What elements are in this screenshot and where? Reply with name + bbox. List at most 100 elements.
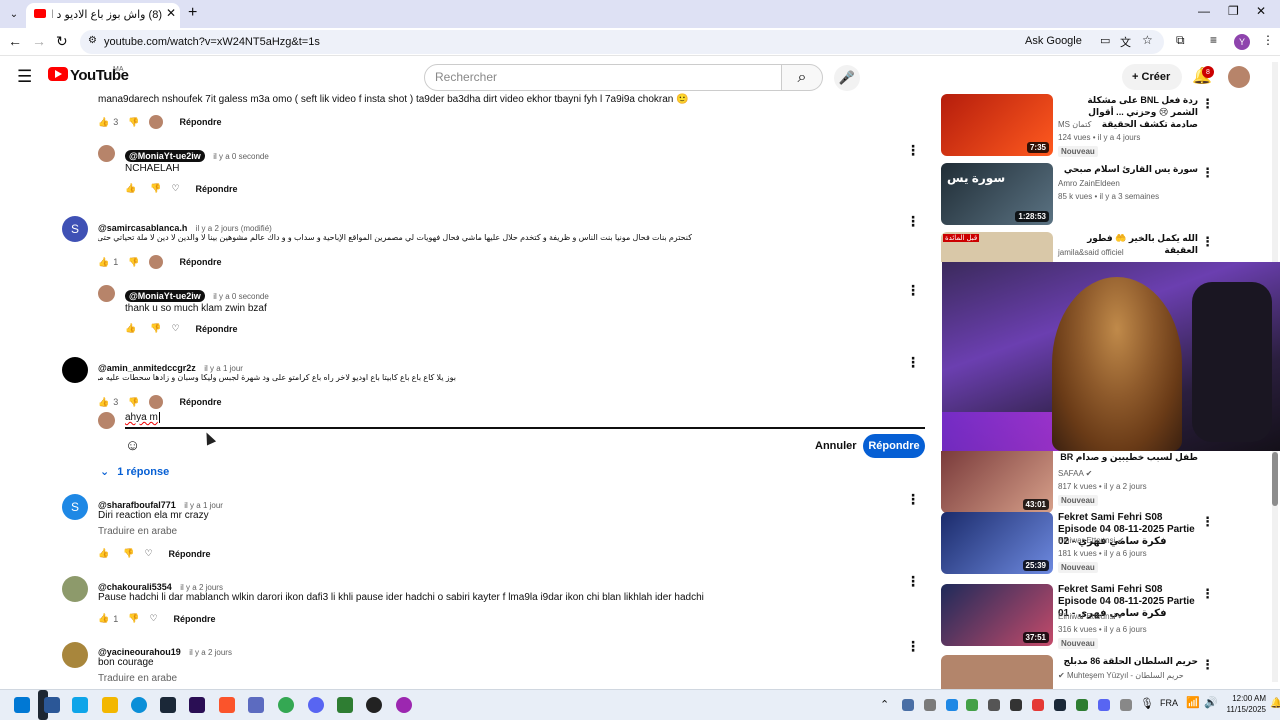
commenter-avatar[interactable]: [62, 576, 88, 602]
search-button[interactable]: ⌕: [781, 64, 823, 91]
heart-icon[interactable]: ♡: [171, 323, 179, 334]
video-card[interactable]: قبل المائدة الله يكمل بالخير 🤲 فطور العق…: [941, 232, 1271, 262]
comment-time[interactable]: il y a 1 jour: [184, 501, 223, 510]
comment-time[interactable]: il y a 2 jours: [189, 648, 232, 657]
notification-center-icon[interactable]: 🔔: [1270, 698, 1280, 709]
tray-app-icon[interactable]: [924, 699, 936, 711]
hamburger-menu-icon[interactable]: ☰: [17, 67, 32, 87]
back-icon[interactable]: ←: [8, 33, 22, 49]
address-bar[interactable]: ⚙ youtube.com/watch?v=xW24NT5aHzg&t=1s A…: [80, 30, 1164, 54]
video-thumbnail[interactable]: 25:39: [941, 512, 1053, 574]
input-language[interactable]: FRA: [1160, 698, 1178, 708]
profile-avatar[interactable]: Y: [1234, 34, 1250, 50]
tray-app-icon[interactable]: [988, 699, 1000, 711]
nvidia-icon[interactable]: [966, 699, 978, 711]
obs-icon[interactable]: [366, 697, 382, 713]
terminal-icon[interactable]: [337, 697, 353, 713]
discord-tray-icon[interactable]: [1098, 699, 1110, 711]
commenter-avatar[interactable]: [98, 285, 115, 302]
tray-app-icon[interactable]: [1076, 699, 1088, 711]
dislike-icon[interactable]: 👎: [128, 257, 139, 268]
tray-app-icon[interactable]: [1010, 699, 1022, 711]
video-more-icon[interactable]: ⋮: [1201, 165, 1214, 181]
comment-more-icon[interactable]: ⋮: [906, 638, 920, 655]
bookmark-star-icon[interactable]: ☆: [1142, 33, 1153, 47]
scrollbar-thumb[interactable]: [1272, 452, 1278, 506]
forward-icon[interactable]: →: [32, 33, 46, 49]
like-icon[interactable]: 👍: [98, 397, 109, 408]
brave-icon[interactable]: [219, 697, 235, 713]
like-icon[interactable]: 👍: [98, 613, 109, 624]
tab-list-icon[interactable]: ⌄: [6, 6, 22, 22]
like-icon[interactable]: 👍: [125, 183, 136, 194]
video-title[interactable]: سورة يس القارئ اسلام صبحي: [1058, 163, 1198, 175]
video-card[interactable]: حريم السلطان الحلقة 86 مدبلج ✔ Muhteşem …: [941, 655, 1271, 689]
comment-more-icon[interactable]: ⋮: [906, 213, 920, 230]
video-channel[interactable]: SAFAA ✔: [1058, 469, 1092, 478]
comment-handle[interactable]: @sharafboufal771: [98, 500, 176, 510]
minimize-icon[interactable]: —: [1198, 4, 1210, 18]
create-button[interactable]: + Créer: [1122, 64, 1182, 90]
youtube-logo-icon[interactable]: [48, 67, 68, 81]
browser-tab[interactable]: (8) واش بوز باع الاديو د الصابري ✕: [26, 3, 180, 28]
clock[interactable]: 12:00 AM 11/15/2025: [1226, 693, 1266, 715]
start-button-icon[interactable]: [14, 697, 30, 713]
dislike-icon[interactable]: 👎: [150, 183, 161, 194]
voice-search-icon[interactable]: 🎤: [834, 65, 860, 91]
video-card[interactable]: 37:51 Fekret Sami Fehri S08 Episode 04 0…: [941, 584, 1271, 649]
site-info-icon[interactable]: ⚙: [88, 35, 97, 46]
edge-icon[interactable]: [131, 697, 147, 713]
cancel-button[interactable]: Annuler: [815, 440, 857, 452]
comment-handle[interactable]: @chakourali5354: [98, 582, 172, 592]
video-channel[interactable]: Elhiwar Ettounsi ✔: [1058, 612, 1124, 621]
comment-more-icon[interactable]: ⋮: [906, 491, 920, 508]
comment-time[interactable]: il y a 0 seconde: [213, 152, 269, 161]
comment-handle[interactable]: @MoniaYt-ue2iw: [125, 150, 205, 162]
comment-time[interactable]: il y a 0 seconde: [213, 292, 269, 301]
comment-more-icon[interactable]: ⋮: [906, 282, 920, 299]
video-thumbnail[interactable]: 7:35: [941, 94, 1053, 156]
browser-menu-icon[interactable]: ⋮: [1262, 33, 1274, 47]
video-title[interactable]: حريم السلطان الحلقة 86 مدبلج: [1058, 655, 1198, 667]
comment-time[interactable]: il y a 2 jours (modifié): [196, 224, 272, 233]
steam-tray-icon[interactable]: [1054, 699, 1066, 711]
video-more-icon[interactable]: ⋮: [1201, 514, 1214, 530]
wifi-icon[interactable]: 📶: [1186, 696, 1200, 709]
reply-button[interactable]: Répondre: [179, 257, 221, 267]
heart-icon[interactable]: ♡: [144, 548, 152, 559]
commenter-avatar[interactable]: [98, 145, 115, 162]
comment-time[interactable]: il y a 2 jours: [180, 583, 223, 592]
translate-link[interactable]: Traduire en arabe: [98, 673, 177, 684]
comment-handle[interactable]: @amin_anmitedccgr2z: [98, 363, 196, 373]
premiere-icon[interactable]: [189, 697, 205, 713]
search-input[interactable]: Rechercher: [424, 64, 782, 91]
volume-icon[interactable]: 🔊: [1204, 696, 1218, 709]
video-channel[interactable]: ✔ Muhteşem Yüzyıl - حريم السلطان: [1058, 671, 1184, 680]
commenter-avatar[interactable]: S: [62, 216, 88, 242]
dislike-icon[interactable]: 👎: [128, 397, 139, 408]
reading-list-icon[interactable]: ≡: [1210, 33, 1217, 47]
tray-app-icon[interactable]: [1120, 699, 1132, 711]
comment-more-icon[interactable]: ⋮: [906, 354, 920, 371]
account-avatar[interactable]: [1228, 66, 1250, 88]
reply-button[interactable]: Répondre: [196, 324, 238, 334]
restore-icon[interactable]: ❐: [1228, 4, 1239, 18]
notepad-icon[interactable]: [248, 697, 264, 713]
tray-app-icon[interactable]: [1032, 699, 1044, 711]
video-more-icon[interactable]: ⋮: [1201, 586, 1214, 602]
dislike-icon[interactable]: 👎: [128, 613, 139, 624]
heart-icon[interactable]: ♡: [149, 613, 157, 624]
video-thumbnail[interactable]: 37:51: [941, 584, 1053, 646]
dislike-icon[interactable]: 👎: [128, 117, 139, 128]
video-more-icon[interactable]: ⋮: [1201, 657, 1214, 673]
translate-link[interactable]: Traduire en arabe: [98, 526, 177, 537]
commenter-avatar[interactable]: [62, 642, 88, 668]
chrome-profile-icon[interactable]: [396, 697, 412, 713]
comment-handle[interactable]: @yacineourahou19: [98, 647, 181, 657]
close-window-icon[interactable]: ✕: [1256, 4, 1266, 18]
new-tab-icon[interactable]: +: [188, 4, 197, 22]
submit-reply-button[interactable]: Répondre: [863, 434, 925, 458]
like-icon[interactable]: 👍: [98, 257, 109, 268]
video-card[interactable]: سورة يس 1:28:53 سورة يس القارئ اسلام صبح…: [941, 163, 1271, 225]
comment-more-icon[interactable]: ⋮: [906, 142, 920, 159]
